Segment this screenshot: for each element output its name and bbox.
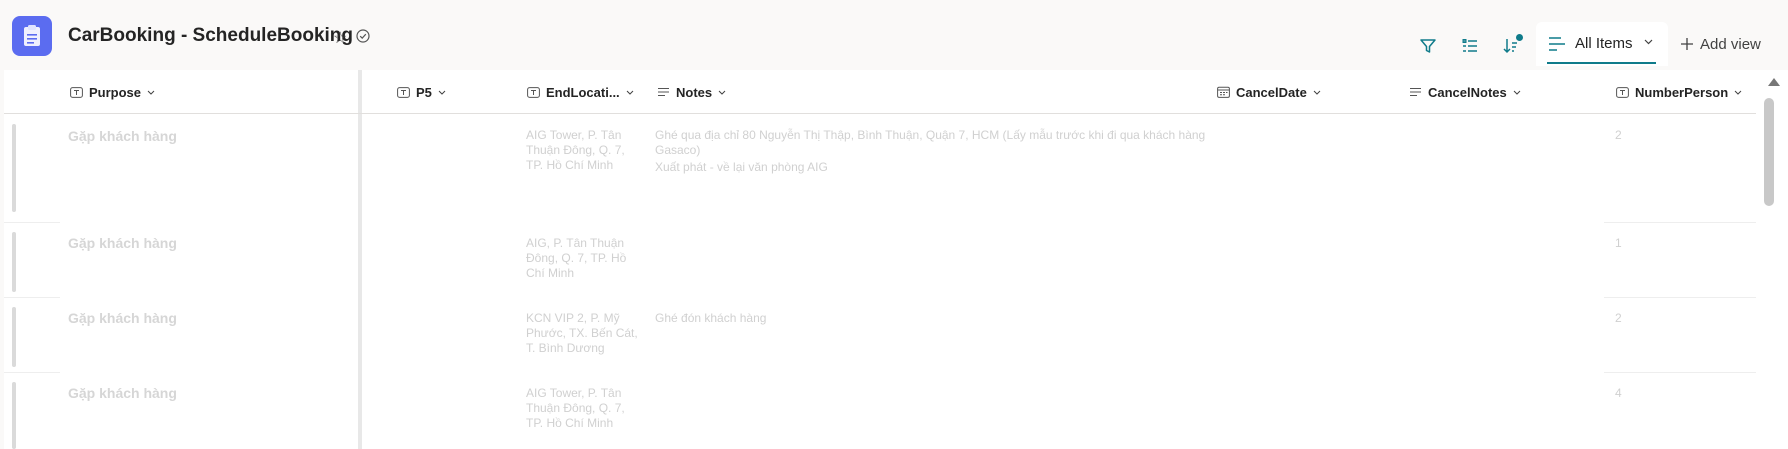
column-label: EndLocati... <box>546 84 620 100</box>
cell-number-person: 2 <box>1615 311 1622 325</box>
list-grid: Purpose P5 EndLocati... Notes CancelDate… <box>4 70 1760 449</box>
column-label: P5 <box>416 84 432 100</box>
page-title: CarBooking - ScheduleBooking <box>68 25 354 46</box>
row-divider <box>1604 372 1756 373</box>
chevron-down-icon <box>718 90 726 95</box>
multiline-icon <box>1410 87 1421 97</box>
cell-notes-line2: Xuất phát - về lại văn phòng AIG <box>655 160 828 174</box>
row-divider <box>1604 222 1756 223</box>
filter-icon[interactable] <box>1416 34 1440 58</box>
text-icon <box>397 86 410 98</box>
column-label: Notes <box>676 84 713 100</box>
cell-end-location: AIG Tower, P. Tân Thuận Đông, Q. 7, TP. … <box>526 386 625 430</box>
cell-end-location: AIG Tower, P. Tân Thuận Đông, Q. 7, TP. … <box>526 128 625 172</box>
chevron-down-icon <box>1513 90 1521 95</box>
cell-notes: Ghé qua địa chỉ 80 Nguyễn Thị Thập, Bình… <box>655 128 1206 157</box>
text-icon <box>70 86 83 98</box>
cell-notes: Ghé đón khách hàng <box>655 311 767 325</box>
cell-purpose: Gặp khách hàng <box>68 385 177 401</box>
row-selector[interactable] <box>12 382 16 449</box>
column-label: NumberPerson <box>1635 84 1729 100</box>
text-icon <box>1616 86 1629 98</box>
cell-purpose: Gặp khách hàng <box>68 128 177 144</box>
list-settings-icon[interactable] <box>1458 34 1482 58</box>
chevron-down-icon <box>1644 39 1653 45</box>
column-header-purpose[interactable]: Purpose <box>70 70 155 114</box>
view-list-icon <box>1548 36 1566 52</box>
row-selector[interactable] <box>12 307 16 367</box>
chevron-down-icon <box>626 90 634 95</box>
column-header-notes[interactable]: Notes <box>657 70 726 114</box>
column-header-canceldate[interactable]: CancelDate <box>1217 70 1321 114</box>
text-icon <box>527 86 540 98</box>
scrollbar-thumb[interactable] <box>1764 98 1774 206</box>
column-label: CancelDate <box>1236 84 1307 100</box>
sort-icon[interactable] <box>1499 34 1523 58</box>
tab-all-items[interactable]: All Items <box>1536 22 1668 66</box>
chevron-down-icon <box>1734 90 1742 95</box>
multiline-icon <box>658 87 669 97</box>
cell-purpose: Gặp khách hàng <box>68 310 177 326</box>
column-label: Purpose <box>89 84 142 100</box>
cell-number-person: 4 <box>1615 386 1622 400</box>
cell-end-location: KCN VIP 2, P. Mỹ Phước, TX. Bến Cát, T. … <box>526 311 638 355</box>
tab-underline <box>1547 62 1656 64</box>
view-label: All Items <box>1575 35 1633 52</box>
plus-icon <box>1680 37 1694 51</box>
row-selector[interactable] <box>12 232 16 292</box>
frozen-column-area <box>4 70 362 449</box>
row-selector[interactable] <box>12 124 16 212</box>
active-sort-dot <box>1516 34 1523 41</box>
column-header-cancelnotes[interactable]: CancelNotes <box>1409 70 1521 114</box>
add-view-button[interactable]: Add view <box>1680 32 1761 56</box>
cell-number-person: 2 <box>1615 128 1622 142</box>
column-header-endlocation[interactable]: EndLocati... <box>527 70 634 114</box>
column-header-numberperson[interactable]: NumberPerson <box>1616 70 1742 114</box>
chevron-down-icon <box>438 90 446 95</box>
calendar-icon <box>1217 86 1230 98</box>
column-header-p5[interactable]: P5 <box>397 70 446 114</box>
row-divider <box>4 222 60 223</box>
clipboard-icon[interactable] <box>12 16 52 56</box>
add-view-label: Add view <box>1700 35 1761 53</box>
chevron-down-icon <box>147 90 155 95</box>
star-icon[interactable]: ☆ <box>333 28 347 48</box>
cell-purpose: Gặp khách hàng <box>68 235 177 251</box>
check-circle-icon[interactable] <box>356 29 370 43</box>
row-divider <box>4 372 60 373</box>
row-divider <box>4 297 60 298</box>
cell-end-location: AIG, P. Tân Thuận Đông, Q. 7, TP. Hồ Chí… <box>526 236 627 280</box>
row-divider <box>1604 297 1756 298</box>
list-header: CarBooking - ScheduleBooking ☆ All Items… <box>0 0 1788 70</box>
column-label: CancelNotes <box>1428 84 1507 100</box>
vertical-scrollbar[interactable] <box>1760 70 1788 449</box>
chevron-down-icon <box>1313 90 1321 95</box>
scroll-up-arrow-icon[interactable] <box>1768 78 1780 86</box>
header-divider <box>4 113 1756 114</box>
cell-number-person: 1 <box>1615 236 1622 250</box>
